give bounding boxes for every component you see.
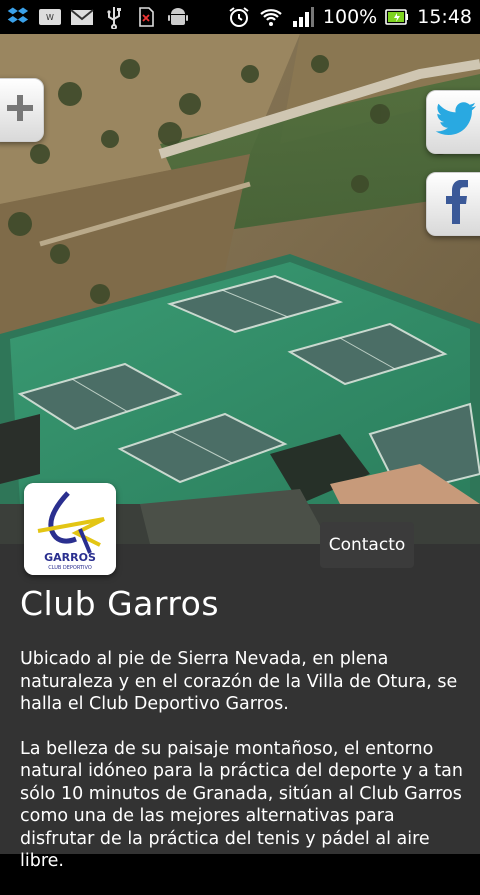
add-button[interactable] bbox=[0, 78, 44, 142]
contact-label: Contacto bbox=[328, 535, 406, 555]
club-description: Ubicado al pie de Sierra Nevada, en plen… bbox=[20, 648, 465, 895]
battery-icon bbox=[385, 5, 409, 29]
logo-subtext: CLUB DEPORTIVO bbox=[48, 565, 92, 571]
status-bar: W 100% 15:48 bbox=[0, 0, 480, 34]
clock: 15:48 bbox=[417, 6, 472, 28]
signal-icon bbox=[291, 5, 315, 29]
logo-text: GARROS bbox=[44, 551, 96, 564]
contact-button[interactable]: Contacto bbox=[320, 522, 414, 568]
facebook-button[interactable] bbox=[426, 172, 480, 236]
svg-text:W: W bbox=[46, 13, 54, 22]
wifi-icon bbox=[259, 5, 283, 29]
gmail-icon bbox=[70, 5, 94, 29]
description-paragraph-2: La belleza de su paisaje montañoso, el e… bbox=[20, 738, 463, 872]
club-logo: GARROS CLUB DEPORTIVO bbox=[24, 483, 116, 575]
dropbox-icon bbox=[6, 5, 30, 29]
alarm-icon bbox=[227, 5, 251, 29]
wifi-dev-icon: W bbox=[38, 5, 62, 29]
usb-icon bbox=[102, 5, 126, 29]
hero-aerial-image bbox=[0, 34, 480, 544]
plus-icon bbox=[5, 93, 35, 127]
description-paragraph-1: Ubicado al pie de Sierra Nevada, en plen… bbox=[20, 649, 458, 714]
no-sim-icon bbox=[134, 5, 158, 29]
battery-percent: 100% bbox=[322, 6, 378, 28]
club-title: Club Garros bbox=[20, 584, 220, 623]
facebook-f-icon bbox=[442, 179, 470, 228]
twitter-button[interactable] bbox=[426, 90, 480, 154]
android-icon bbox=[166, 5, 190, 29]
twitter-bird-icon bbox=[434, 101, 478, 143]
